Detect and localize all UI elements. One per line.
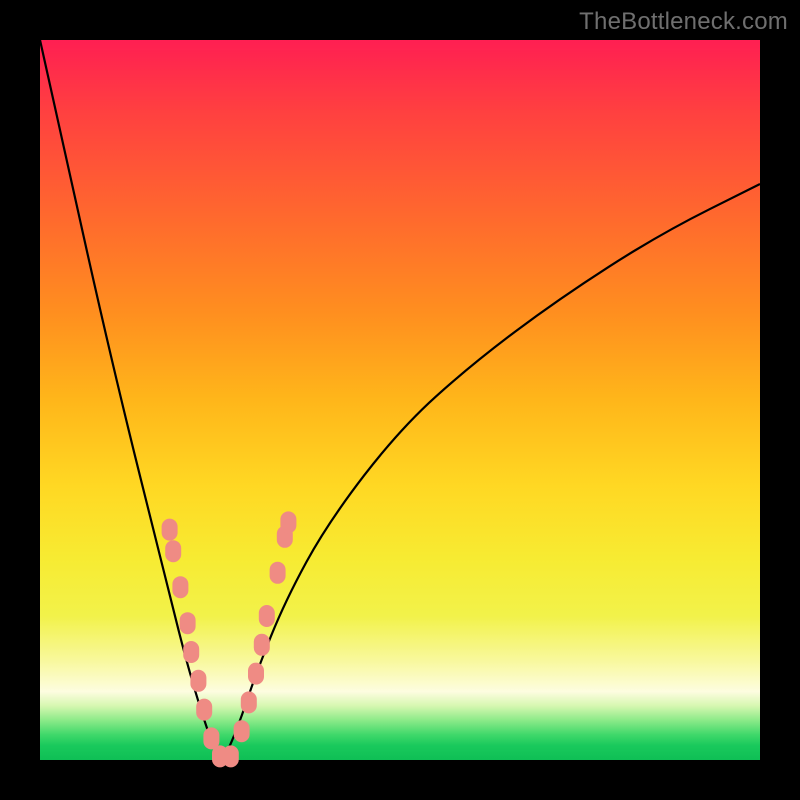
- bottleneck-curve: [40, 40, 760, 758]
- curve-marker: [180, 612, 196, 634]
- curve-marker: [183, 641, 199, 663]
- curve-marker: [165, 540, 181, 562]
- plot-area: [40, 40, 760, 760]
- curve-marker: [196, 699, 212, 721]
- curve-marker: [234, 720, 250, 742]
- curve-marker: [248, 663, 264, 685]
- curve-marker: [280, 511, 296, 533]
- curve-marker: [190, 670, 206, 692]
- chart-frame: TheBottleneck.com: [0, 0, 800, 800]
- curve-marker: [223, 745, 239, 767]
- curve-marker: [259, 605, 275, 627]
- curve-marker: [254, 634, 270, 656]
- curve-marker: [241, 691, 257, 713]
- chart-svg: [40, 40, 760, 760]
- watermark-text: TheBottleneck.com: [579, 8, 788, 36]
- curve-marker: [162, 519, 178, 541]
- curve-marker: [172, 576, 188, 598]
- curve-marker: [270, 562, 286, 584]
